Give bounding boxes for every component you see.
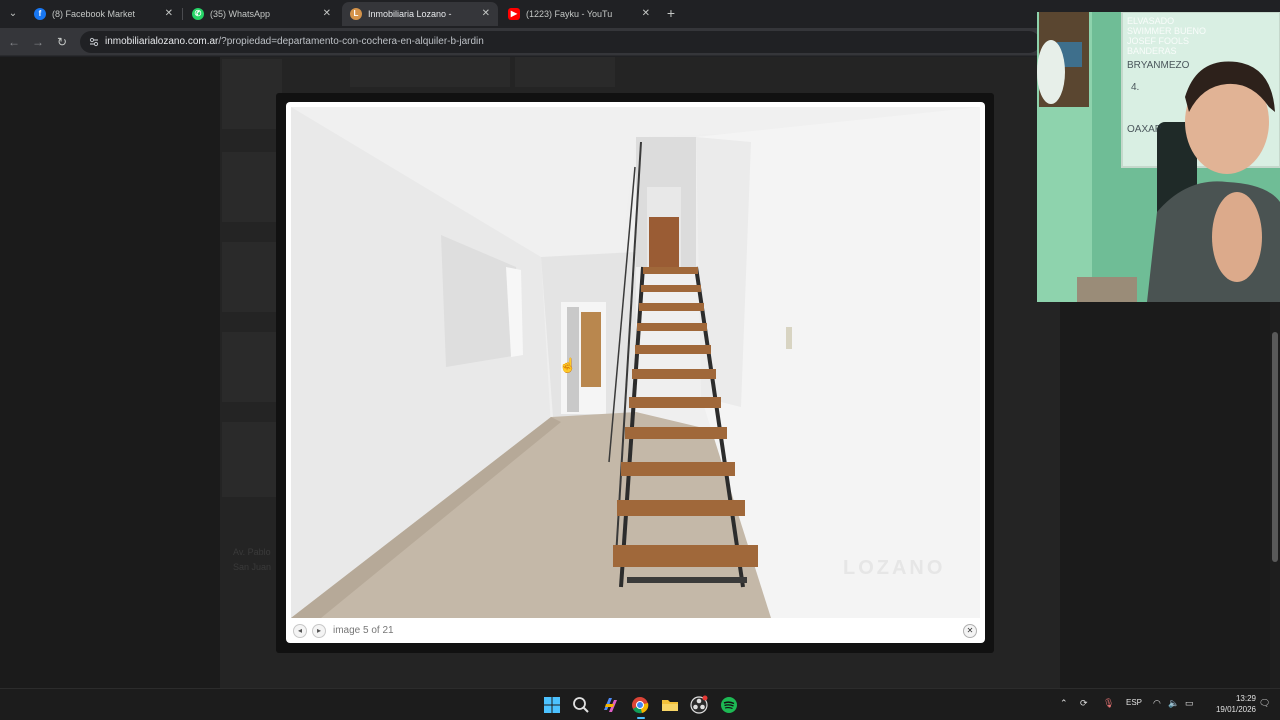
show-hidden-icons-chevron-up-icon[interactable]: ⌃ [1060, 698, 1068, 709]
background-address-text: Av. Pablo [233, 547, 271, 557]
clock-time: 13:29 [1235, 694, 1256, 703]
tab-facebook[interactable]: f (8) Facebook Marketplace | Fac ✕ [26, 2, 181, 26]
notifications-icon[interactable]: 🗨 [1259, 698, 1270, 709]
tab-title: (8) Facebook Marketplace | Fac [52, 9, 135, 19]
previous-image-button[interactable]: ◂ [293, 624, 307, 638]
thumbnail-ghost [222, 59, 282, 129]
thumbnail-ghost [515, 57, 615, 87]
close-lightbox-button[interactable]: ✕ [963, 624, 977, 638]
url-host: inmobiliarialozano.com.ar [105, 36, 219, 47]
language-indicator[interactable]: ESP [1126, 698, 1142, 707]
image-counter: image 5 of 21 [333, 625, 394, 636]
lozano-watermark: LOZANO [843, 557, 946, 579]
lightbox-footer: ◂ ▸ image 5 of 21 ✕ [286, 618, 985, 643]
whiteboard-text: OAXAP [1127, 124, 1162, 135]
scrollbar-thumb[interactable] [1272, 332, 1278, 562]
tab-search-menu-icon[interactable]: ⌄ [4, 5, 22, 23]
thumbnail-ghost [350, 57, 510, 87]
spotify-icon[interactable] [719, 695, 739, 715]
tab-title: Inmobiliaria Lozano - Venta y A [368, 9, 452, 19]
url-text: inmobiliarialozano.com.ar/?propiedad=dep… [105, 31, 484, 53]
search-icon[interactable] [571, 695, 591, 715]
facebook-icon: f [34, 8, 46, 20]
system-clock[interactable]: 13:29 19/01/2026 [1206, 693, 1256, 715]
chrome-icon[interactable] [630, 695, 650, 715]
whiteboard-text: ELVASADO [1127, 16, 1175, 26]
webcam-overlay: ELVASADO SWIMMER BUENO JOSEF FOOLS BANDE… [1037, 12, 1280, 302]
tab-title: (35) WhatsApp [210, 9, 271, 19]
reload-icon[interactable]: ↻ [53, 33, 71, 51]
sync-icon[interactable]: ⟳ [1080, 698, 1088, 709]
whatsapp-icon: ✆ [192, 8, 204, 20]
tab-close-icon[interactable]: ✕ [482, 2, 490, 26]
staircase-photo-svg [291, 107, 980, 618]
whiteboard-text: SWIMMER BUENO [1127, 26, 1207, 36]
whiteboard-text: JOSEF FOOLS [1127, 36, 1190, 46]
whiteboard-text: 4. [1131, 82, 1140, 93]
battery-icon[interactable]: ▭ [1185, 698, 1194, 709]
screen: ⌄ f (8) Facebook Marketplace | Fac ✕ ✆ (… [0, 0, 1280, 720]
image-lightbox: LOZANO ☝ ◂ ▸ image 5 of 21 ✕ [276, 93, 994, 653]
property-photo[interactable]: LOZANO ☝ [291, 107, 980, 618]
copilot-icon[interactable] [600, 695, 620, 715]
thumbnail-ghost [222, 332, 282, 402]
tab-whatsapp[interactable]: ✆ (35) WhatsApp ✕ [184, 2, 339, 26]
tab-youtube[interactable]: ▶ (1223) Fayku - YouTube ✕ [500, 2, 658, 26]
tab-separator [182, 8, 183, 20]
background-address-text: San Juan [233, 562, 272, 572]
obs-icon[interactable] [689, 695, 709, 715]
youtube-icon: ▶ [508, 8, 520, 20]
whiteboard-text: BRYANMEZO [1127, 60, 1190, 71]
lightbox-frame: LOZANO ☝ ◂ ▸ image 5 of 21 ✕ [286, 102, 985, 643]
tab-close-icon[interactable]: ✕ [165, 2, 173, 26]
whiteboard-text: BANDERAS [1127, 46, 1177, 56]
thumbnail-ghost [222, 152, 282, 222]
tab-lozano[interactable]: L Inmobiliaria Lozano - Venta y A ✕ [342, 2, 498, 26]
hand-cursor-icon: ☝ [559, 357, 577, 373]
address-bar[interactable]: inmobiliarialozano.com.ar/?propiedad=dep… [80, 31, 1040, 53]
microphone-icon[interactable]: 🎙 [1103, 698, 1114, 709]
wifi-icon[interactable]: ◠ [1153, 698, 1161, 709]
volume-icon[interactable]: 🔈 [1168, 698, 1179, 709]
windows-taskbar: ⌃ ⟳ 🎙 ESP ◠ 🔈 ▭ 13:29 19/01/2026 🗨 [0, 688, 1280, 720]
url-path: /?propiedad=departamento-con-cochera-en-… [218, 36, 484, 47]
site-settings-icon[interactable] [88, 36, 100, 48]
clock-date: 19/01/2026 [1215, 705, 1256, 714]
back-icon[interactable]: ← [5, 33, 23, 51]
tab-title: (1223) Fayku - YouTube [526, 9, 612, 19]
lozano-icon: L [350, 8, 362, 20]
tab-close-icon[interactable]: ✕ [642, 2, 650, 26]
thumbnail-ghost [222, 422, 282, 497]
file-explorer-icon[interactable] [660, 695, 680, 715]
thumbnail-ghost [222, 242, 282, 312]
windows-start-icon[interactable] [542, 695, 562, 715]
next-image-button[interactable]: ▸ [312, 624, 326, 638]
new-tab-button[interactable]: + [662, 4, 680, 22]
tab-close-icon[interactable]: ✕ [323, 2, 331, 26]
forward-icon[interactable]: → [29, 33, 47, 51]
active-app-indicator [637, 717, 645, 719]
